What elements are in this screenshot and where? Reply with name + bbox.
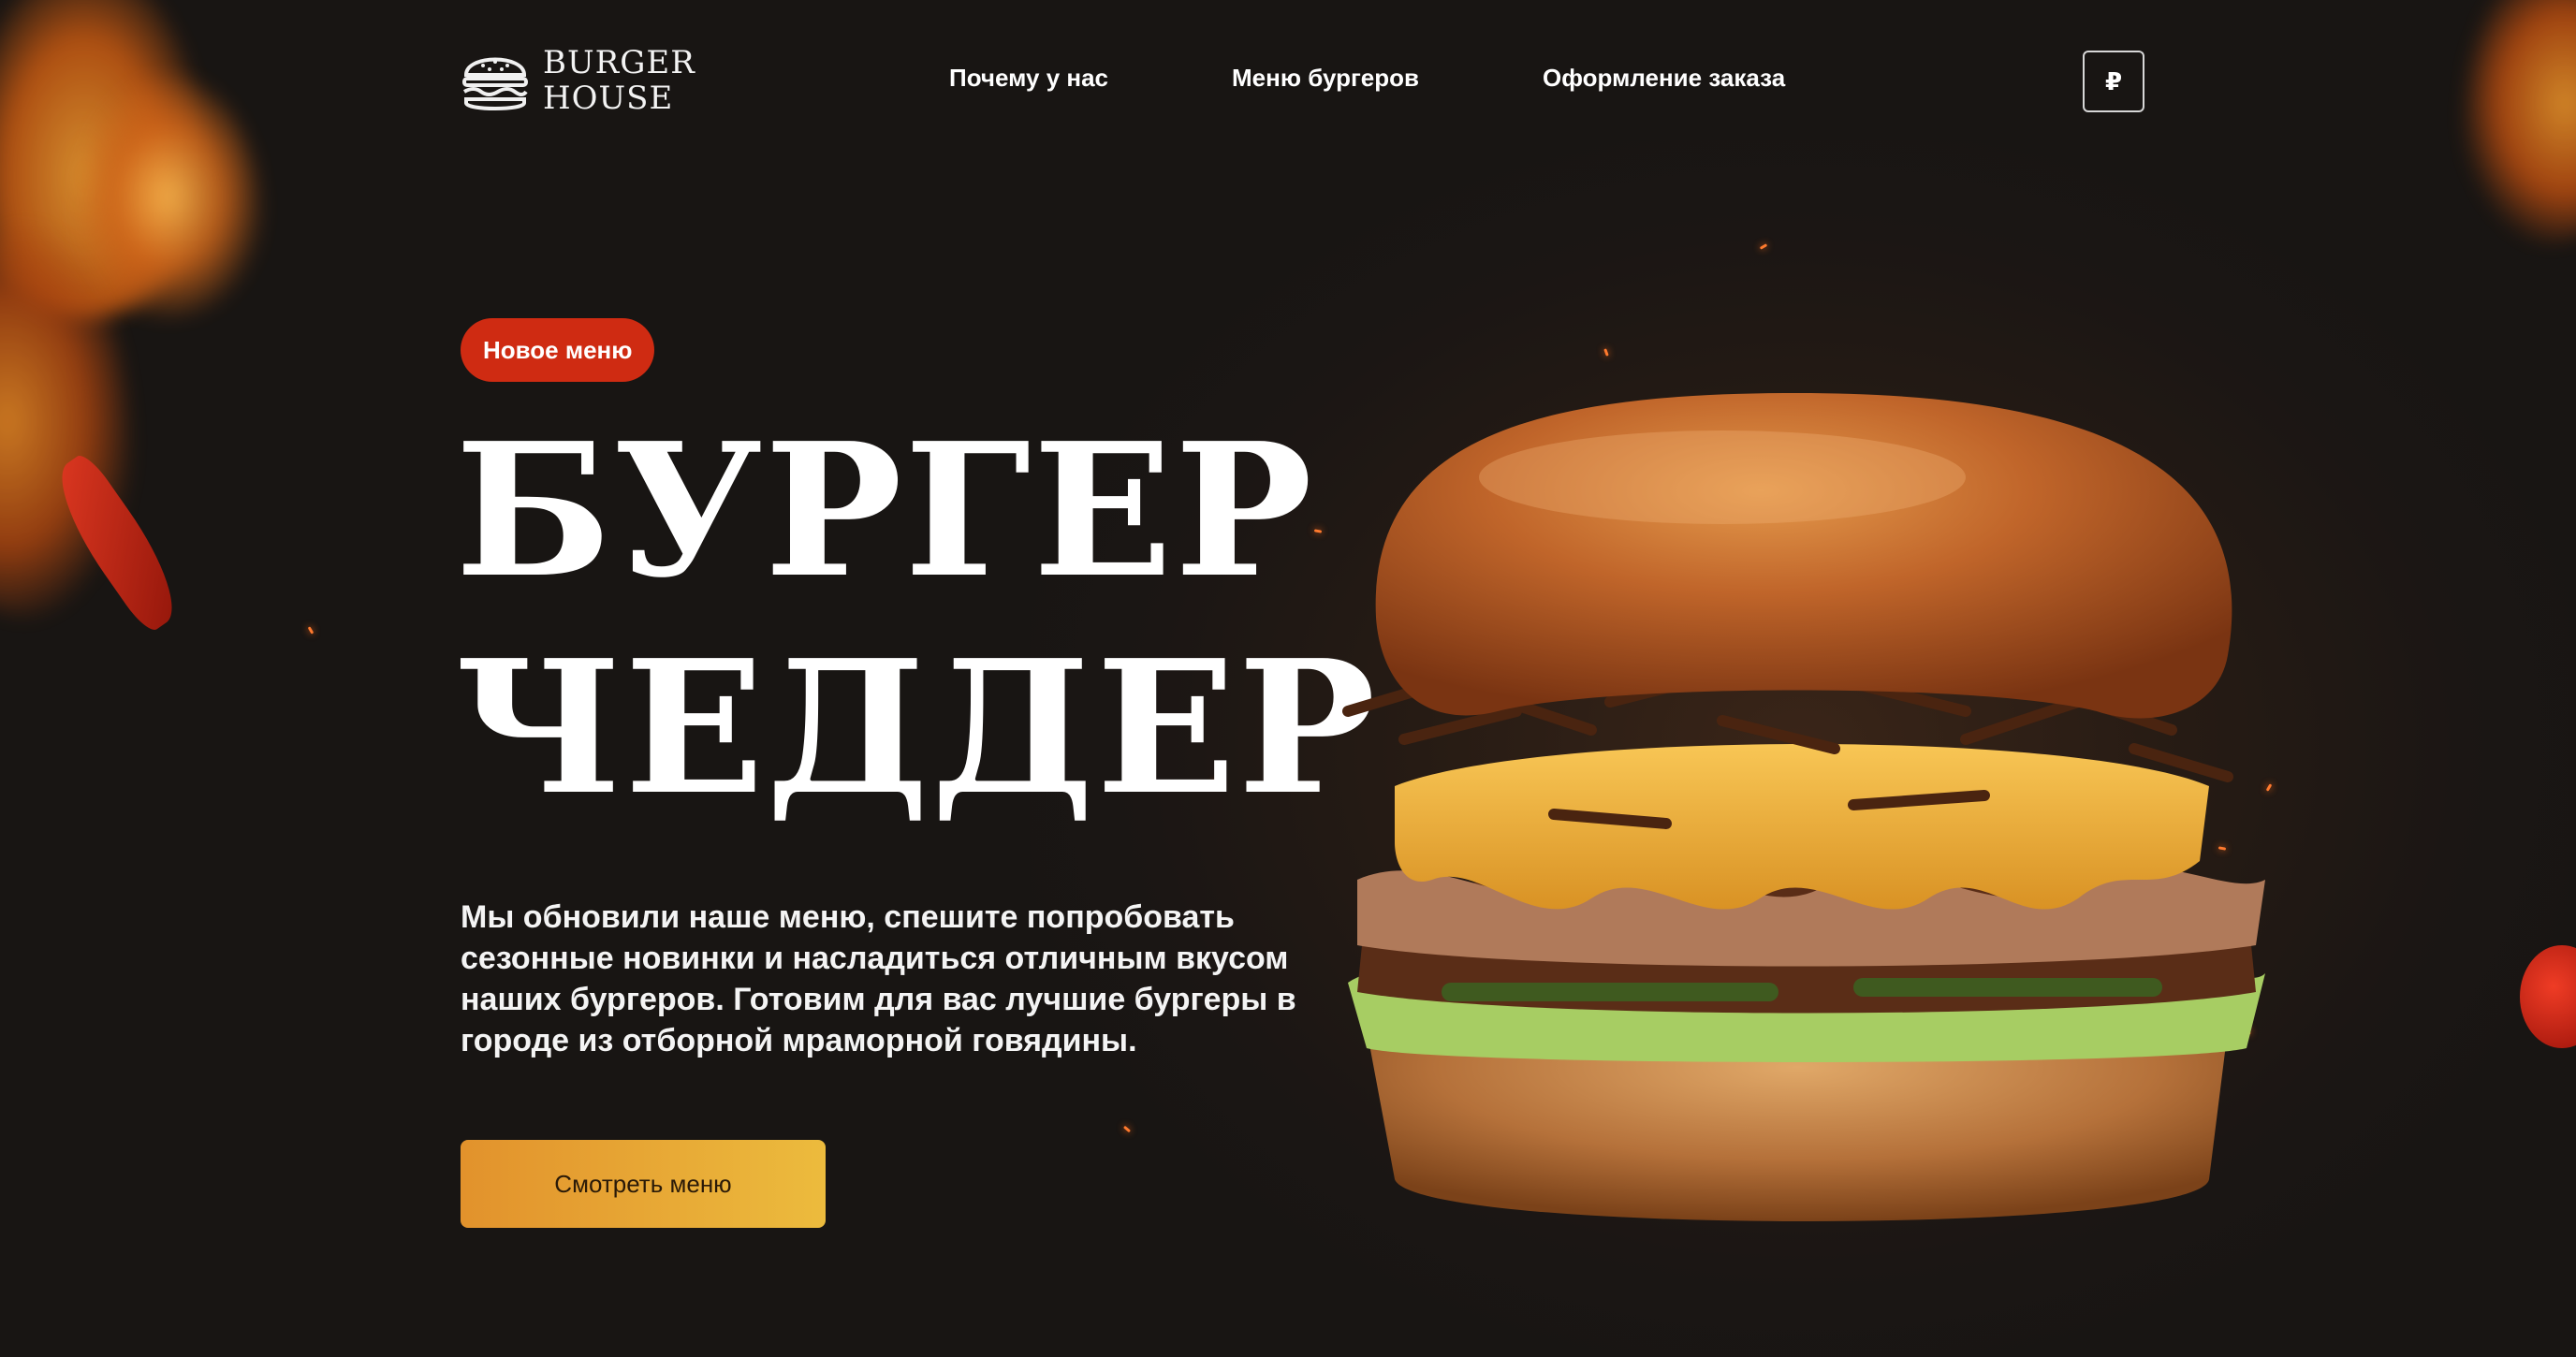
new-menu-badge: Новое меню — [461, 318, 655, 382]
logo-line2: HOUSE — [543, 80, 674, 117]
cheddar-burger-image — [1329, 374, 2284, 1254]
fire-decoration-right — [2389, 0, 2576, 299]
nav-item-burger-menu[interactable]: Меню бургеров — [1232, 64, 1419, 93]
hero-title: БУРГЕР ЧЕДДЕР — [455, 402, 1378, 837]
view-menu-button[interactable]: Смотреть меню — [461, 1140, 826, 1228]
nav-item-order[interactable]: Оформление заказа — [1543, 64, 1785, 93]
logo-text: BURGER HOUSE — [543, 45, 695, 116]
site-logo[interactable]: BURGER HOUSE — [461, 45, 695, 116]
currency-button[interactable]: ₽ — [2083, 51, 2144, 112]
logo-line1: BURGER — [543, 44, 695, 81]
hero-title-line1: БУРГЕР — [455, 403, 1315, 619]
spark — [1759, 243, 1768, 250]
hero-description: Мы обновили наше меню, спешите попробова… — [461, 899, 1296, 1058]
spark — [307, 626, 315, 635]
main-nav: Почему у нас Меню бургеров Оформление за… — [949, 64, 1785, 93]
hero-title-line2: ЧЕДДЕР — [455, 620, 1378, 836]
ruble-icon: ₽ — [2104, 66, 2123, 95]
spark — [1603, 348, 1609, 357]
chili-pepper-right — [2520, 945, 2576, 1048]
nav-item-why-us[interactable]: Почему у нас — [949, 64, 1108, 93]
burger-logo-icon — [462, 57, 528, 110]
spark — [1122, 1125, 1132, 1133]
